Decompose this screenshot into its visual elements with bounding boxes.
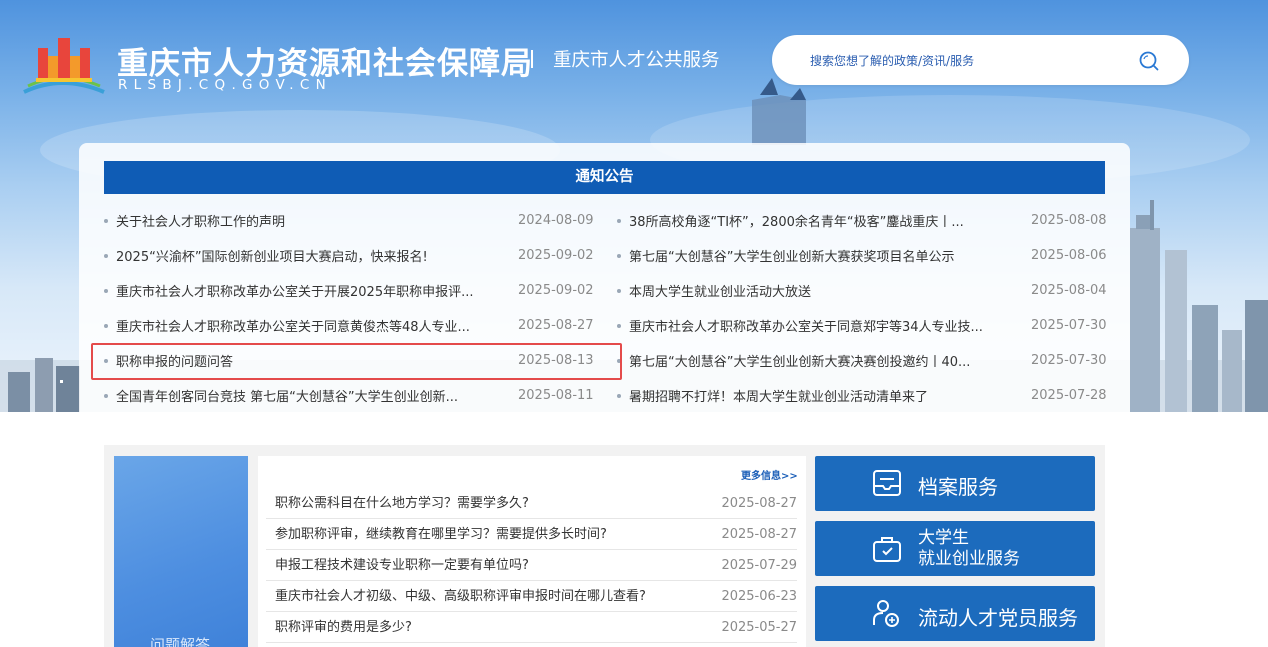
selection-highlight-box <box>91 343 622 380</box>
notice-item-date: 2025-09-02 <box>518 283 594 298</box>
bullet-icon <box>617 253 621 258</box>
notice-item-date: 2025-07-30 <box>1031 353 1107 368</box>
qa-section-label: 问题解答 <box>150 636 211 647</box>
student-service-label-line2: 就业创业服务 <box>918 549 1020 569</box>
student-service-button[interactable]: 大学生 就业创业服务 <box>815 521 1095 576</box>
bullet-icon <box>104 218 108 223</box>
search-input[interactable]: 搜索您想了解的政策/资讯/服务 <box>772 35 1189 85</box>
notice-section-title: 通知公告 <box>104 161 1105 194</box>
archive-service-button[interactable]: 档案服务 <box>815 456 1095 511</box>
notice-item[interactable]: 第七届“大创慧谷”大学生创业创新大赛获奖项目名单公示 2025-08-06 <box>617 238 1107 273</box>
qa-item-title[interactable]: 职称公需科目在什么地方学习？需要学多久? <box>275 488 529 519</box>
qa-section-banner[interactable] <box>114 456 248 647</box>
student-service-label-line1: 大学生 <box>918 528 969 548</box>
site-subtitle[interactable]: 重庆市人才公共服务 <box>553 46 720 72</box>
qa-item[interactable]: 重庆市社会人才初级、中级、高级职称评审申报时间在哪儿查看? 2025-06-23 <box>266 581 797 612</box>
notice-item-date: 2025-09-02 <box>518 248 594 263</box>
bullet-icon <box>617 218 621 223</box>
qa-item-title[interactable]: 重庆市社会人才初级、中级、高级职称评审申报时间在哪儿查看? <box>275 581 646 612</box>
more-info-link[interactable]: 更多信息>> <box>741 467 798 482</box>
notice-item-title[interactable]: 第七届“大创慧谷”大学生创业创新大赛决赛创投邀约丨40... <box>629 351 1001 370</box>
title-divider <box>531 50 533 68</box>
search-placeholder: 搜索您想了解的政策/资讯/服务 <box>810 54 975 68</box>
bullet-icon <box>104 323 108 328</box>
qa-item-title[interactable]: 参加职称评审，继续教育在哪里学习？需要提供多长时间? <box>275 519 607 550</box>
qa-item-title[interactable]: 职称评审的费用是多少? <box>275 612 412 643</box>
qa-item[interactable]: 职称公需科目在什么地方学习？需要学多久? 2025-08-27 <box>266 488 797 519</box>
qa-item[interactable]: 职称评审的费用是多少? 2025-05-27 <box>266 612 797 643</box>
search-icon[interactable] <box>1138 50 1160 72</box>
notice-item-title[interactable]: 2025“兴渝杯”国际创新创业项目大赛启动，快来报名! <box>116 246 486 265</box>
notice-item-date: 2025-07-30 <box>1031 318 1107 333</box>
qa-item[interactable]: 申报工程技术建设专业职称一定要有单位吗? 2025-07-29 <box>266 550 797 581</box>
bullet-icon <box>617 323 621 328</box>
bullet-icon <box>104 253 108 258</box>
notice-item[interactable]: 2025“兴渝杯”国际创新创业项目大赛启动，快来报名! 2025-09-02 <box>104 238 594 273</box>
party-member-service-label: 流动人才党员服务 <box>918 606 1078 630</box>
bullet-icon <box>617 393 621 398</box>
notice-item-title[interactable]: 全国青年创客同台竞技 第七届“大创慧谷”大学生创业创新... <box>116 386 486 405</box>
notice-item[interactable]: 暑期招聘不打烊！本周大学生就业创业活动清单来了 2025-07-28 <box>617 378 1107 413</box>
archive-service-label: 档案服务 <box>918 475 998 499</box>
notice-item-title[interactable]: 关于社会人才职称工作的声明 <box>116 211 486 230</box>
notice-item[interactable]: 全国青年创客同台竞技 第七届“大创慧谷”大学生创业创新... 2025-08-1… <box>104 378 594 413</box>
qa-item-date: 2025-05-27 <box>721 620 797 635</box>
briefcase-icon <box>873 537 901 562</box>
notice-item-title[interactable]: 本周大学生就业创业活动大放送 <box>629 281 1001 300</box>
notice-item-date: 2025-08-11 <box>518 388 594 403</box>
notice-item[interactable]: 第七届“大创慧谷”大学生创业创新大赛决赛创投邀约丨40... 2025-07-3… <box>617 343 1107 378</box>
notice-item-date: 2025-08-04 <box>1031 283 1107 298</box>
notice-item-date: 2025-07-28 <box>1031 388 1107 403</box>
bureau-logo-icon[interactable] <box>22 34 106 98</box>
qa-item-title[interactable]: 申报工程技术建设专业职称一定要有单位吗? <box>275 550 529 581</box>
party-member-service-button[interactable]: 流动人才党员服务 <box>815 586 1095 641</box>
bullet-icon <box>104 288 108 293</box>
party-member-icon <box>873 600 899 627</box>
site-domain: RLSBJ.CQ.GOV.CN <box>118 77 333 93</box>
notice-item-title[interactable]: 暑期招聘不打烊！本周大学生就业创业活动清单来了 <box>629 386 1001 405</box>
notice-item-date: 2025-08-08 <box>1031 213 1107 228</box>
notice-item-title[interactable]: 38所高校角逐“TI杯”，2800余名青年“极客”鏖战重庆丨... <box>629 211 1001 230</box>
qa-item[interactable]: 参加职称评审，继续教育在哪里学习？需要提供多长时间? 2025-08-27 <box>266 519 797 550</box>
notice-item-title[interactable]: 重庆市社会人才职称改革办公室关于开展2025年职称申报评... <box>116 281 486 300</box>
notice-item-title[interactable]: 重庆市社会人才职称改革办公室关于同意郑宇等34人专业技... <box>629 316 1001 335</box>
notice-item[interactable]: 38所高校角逐“TI杯”，2800余名青年“极客”鏖战重庆丨... 2025-0… <box>617 203 1107 238</box>
bullet-icon <box>617 288 621 293</box>
qa-item-date: 2025-08-27 <box>721 527 797 542</box>
notice-item-date: 2025-08-06 <box>1031 248 1107 263</box>
qa-item-date: 2025-08-27 <box>721 496 797 511</box>
folder-icon <box>873 470 901 496</box>
notice-item[interactable]: 关于社会人才职称工作的声明 2024-08-09 <box>104 203 594 238</box>
notice-item[interactable]: 本周大学生就业创业活动大放送 2025-08-04 <box>617 273 1107 308</box>
notice-item-date: 2024-08-09 <box>518 213 594 228</box>
notice-item-title[interactable]: 第七届“大创慧谷”大学生创业创新大赛获奖项目名单公示 <box>629 246 1001 265</box>
qa-item-date: 2025-07-29 <box>721 558 797 573</box>
notice-item[interactable]: 重庆市社会人才职称改革办公室关于同意黄俊杰等48人专业... 2025-08-2… <box>104 308 594 343</box>
notice-item[interactable]: 重庆市社会人才职称改革办公室关于同意郑宇等34人专业技... 2025-07-3… <box>617 308 1107 343</box>
notice-item[interactable]: 重庆市社会人才职称改革办公室关于开展2025年职称申报评... 2025-09-… <box>104 273 594 308</box>
notice-item-title[interactable]: 重庆市社会人才职称改革办公室关于同意黄俊杰等48人专业... <box>116 316 486 335</box>
notice-item-date: 2025-08-27 <box>518 318 594 333</box>
qa-item-date: 2025-06-23 <box>721 589 797 604</box>
bullet-icon <box>104 393 108 398</box>
